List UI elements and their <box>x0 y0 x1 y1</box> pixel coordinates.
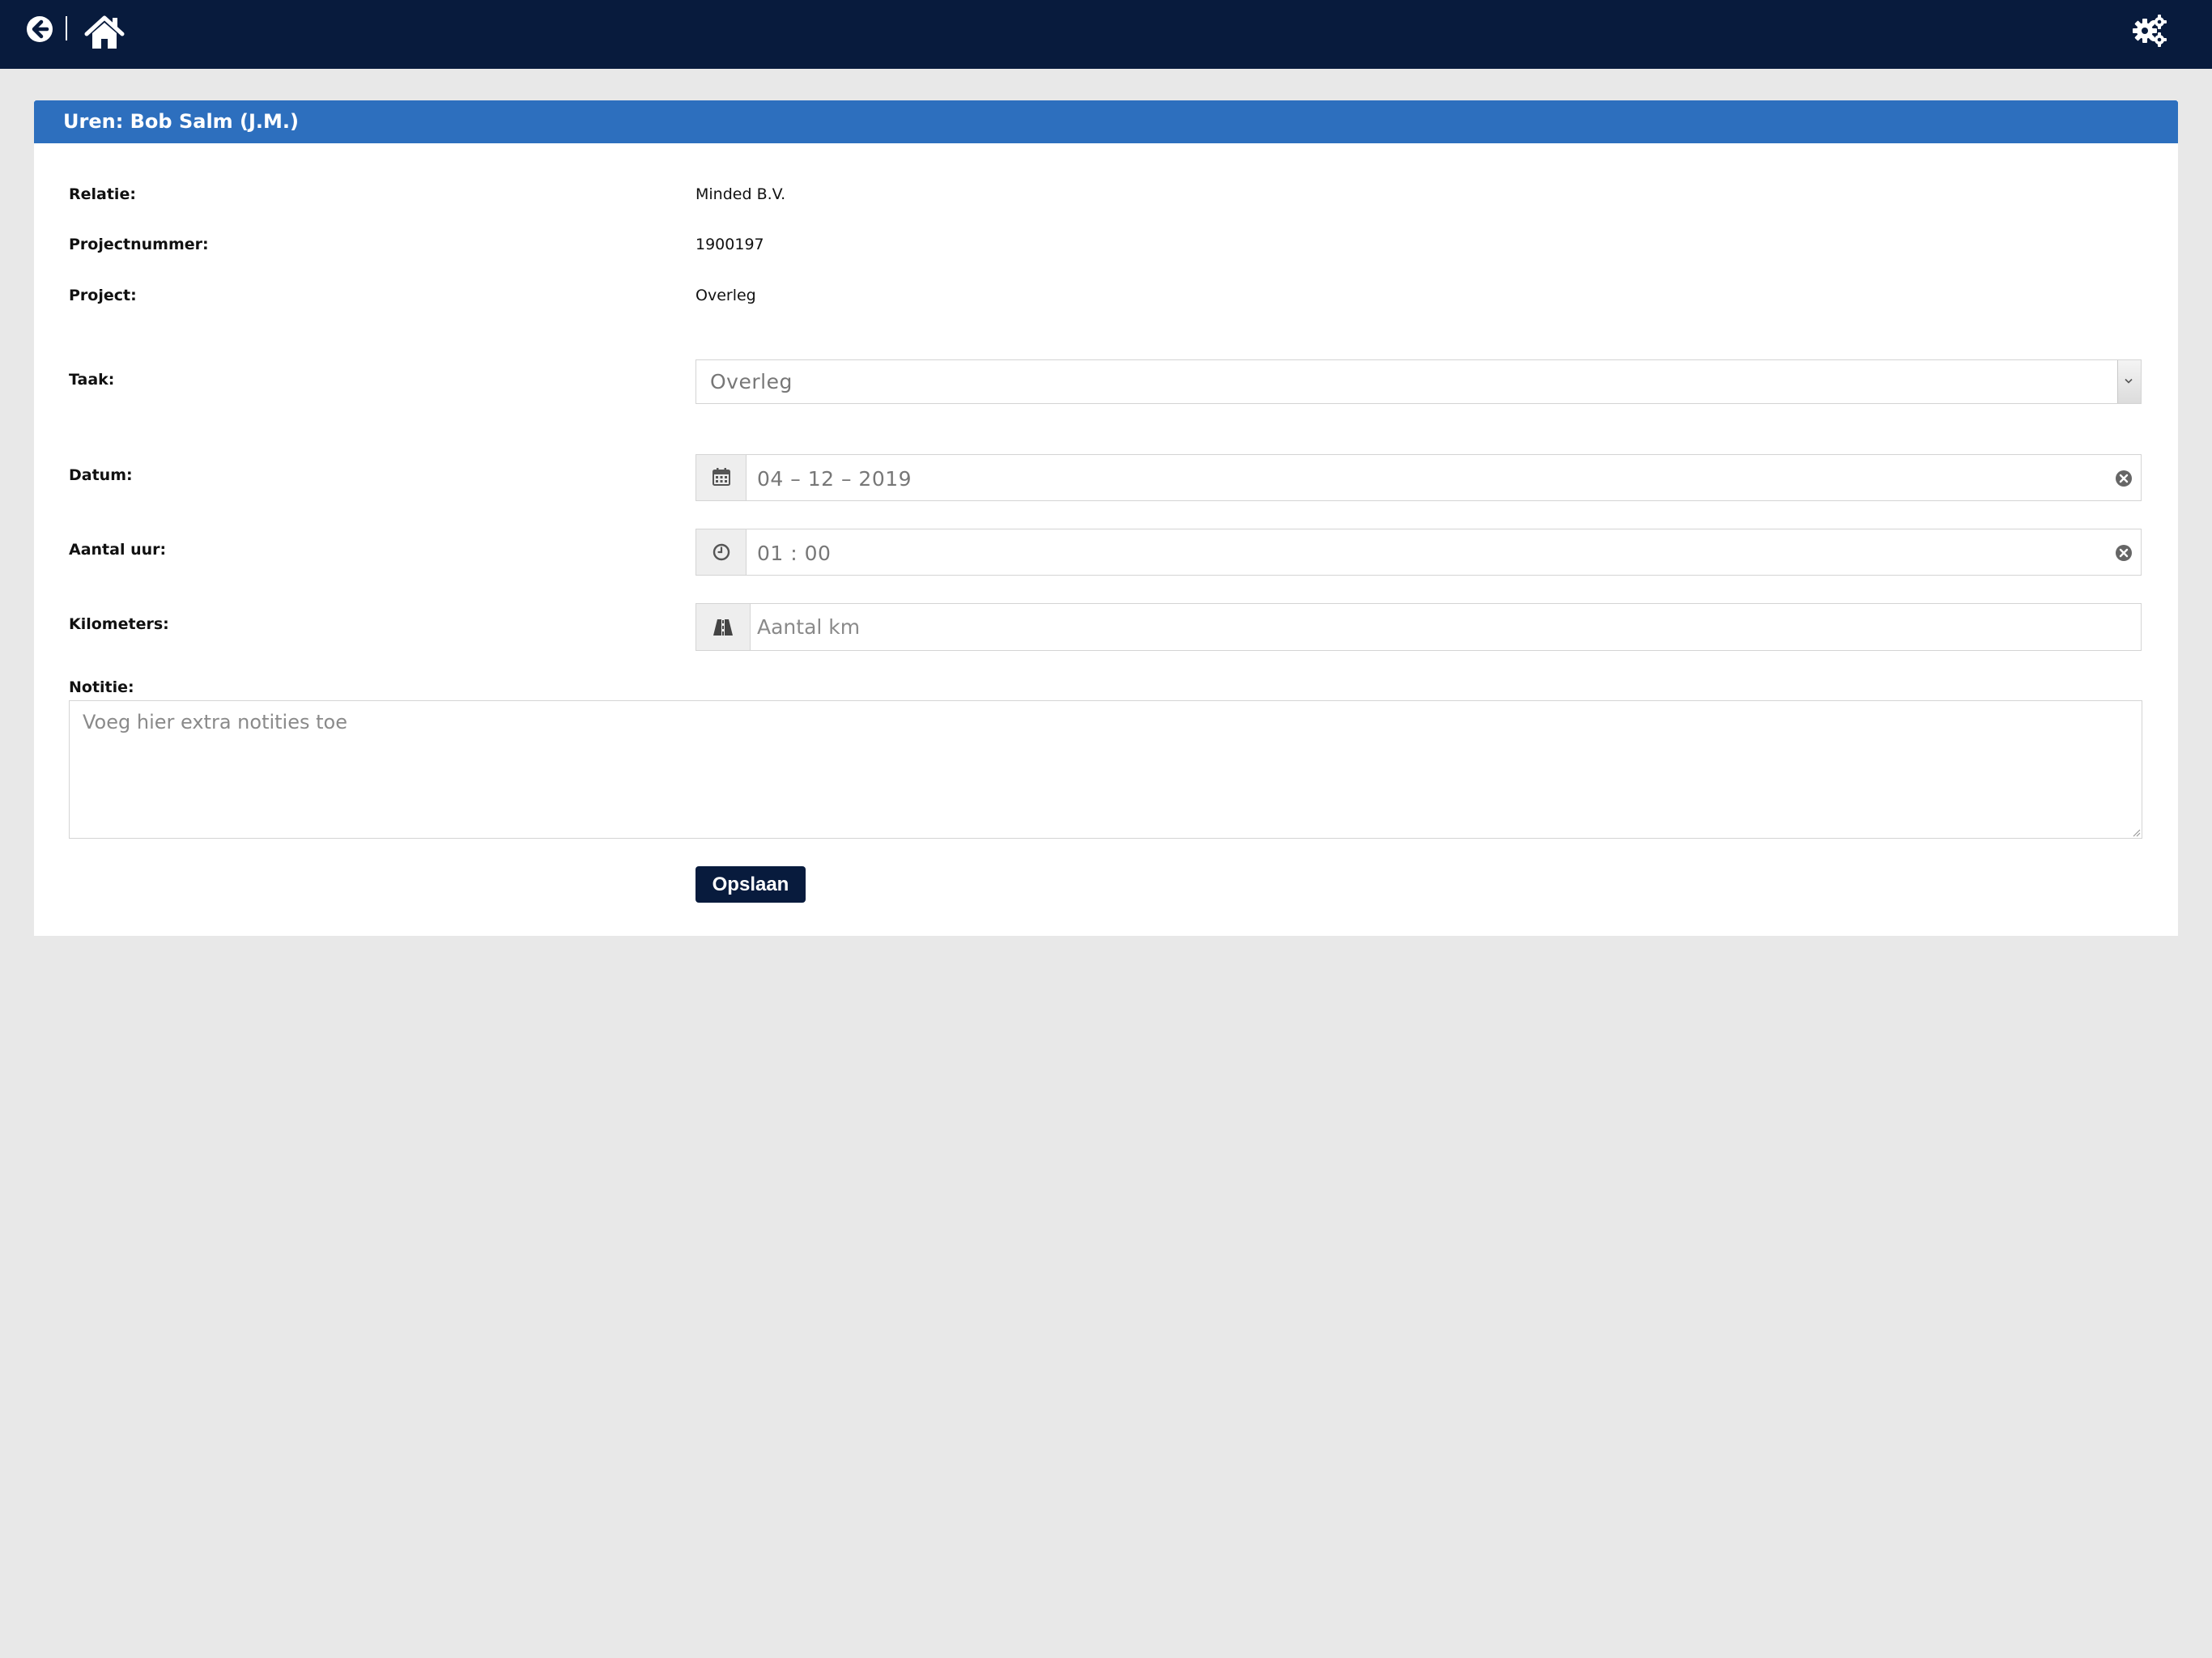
notitie-textarea[interactable] <box>69 700 2142 839</box>
taak-select[interactable]: Overleg <box>696 359 2142 404</box>
top-navigation-bar <box>0 0 2212 69</box>
panel-title: Uren: Bob Salm (J.M.) <box>63 110 300 133</box>
notitie-label: Notitie: <box>69 678 134 696</box>
calendar-icon <box>713 468 730 486</box>
datum-addon[interactable] <box>696 455 747 500</box>
aantal-uur-field[interactable]: 01 : 00 <box>696 529 2142 576</box>
panel-header: Uren: Bob Salm (J.M.) <box>34 100 2178 143</box>
projectnummer-value: 1900197 <box>696 236 764 253</box>
datum-field[interactable]: 04 – 12 – 2019 <box>696 454 2142 501</box>
taak-label: Taak: <box>69 371 115 389</box>
select-arrow[interactable] <box>2117 360 2141 403</box>
back-arrow-icon[interactable] <box>25 15 54 44</box>
home-icon[interactable] <box>84 15 125 50</box>
clear-time-icon[interactable] <box>2115 544 2133 562</box>
kilometers-label: Kilometers: <box>69 615 169 633</box>
projectnummer-label: Projectnummer: <box>69 236 209 253</box>
project-value: Overleg <box>696 287 756 304</box>
aantal-uur-label: Aantal uur: <box>69 541 167 559</box>
resize-handle-icon[interactable] <box>2131 827 2141 837</box>
save-button[interactable]: Opslaan <box>696 866 806 903</box>
aantal-uur-addon[interactable] <box>696 529 747 575</box>
relatie-value: Minded B.V. <box>696 185 786 203</box>
clear-date-icon[interactable] <box>2115 470 2133 487</box>
kilometers-field[interactable] <box>696 603 2142 651</box>
datum-label: Datum: <box>69 466 133 484</box>
clock-icon <box>713 543 730 561</box>
project-label: Project: <box>69 287 137 304</box>
aantal-uur-value: 01 : 00 <box>757 542 832 565</box>
relatie-label: Relatie: <box>69 185 136 203</box>
hours-panel: Uren: Bob Salm (J.M.) Relatie: Minded B.… <box>34 100 2178 936</box>
topbar-divider <box>66 16 67 40</box>
chevron-down-icon <box>2125 378 2133 384</box>
datum-value: 04 – 12 – 2019 <box>757 467 912 491</box>
road-icon <box>713 619 733 636</box>
kilometers-addon[interactable] <box>696 604 751 650</box>
kilometers-input[interactable] <box>751 604 2141 650</box>
taak-selected-value: Overleg <box>710 370 793 393</box>
gears-icon[interactable] <box>2133 15 2167 47</box>
